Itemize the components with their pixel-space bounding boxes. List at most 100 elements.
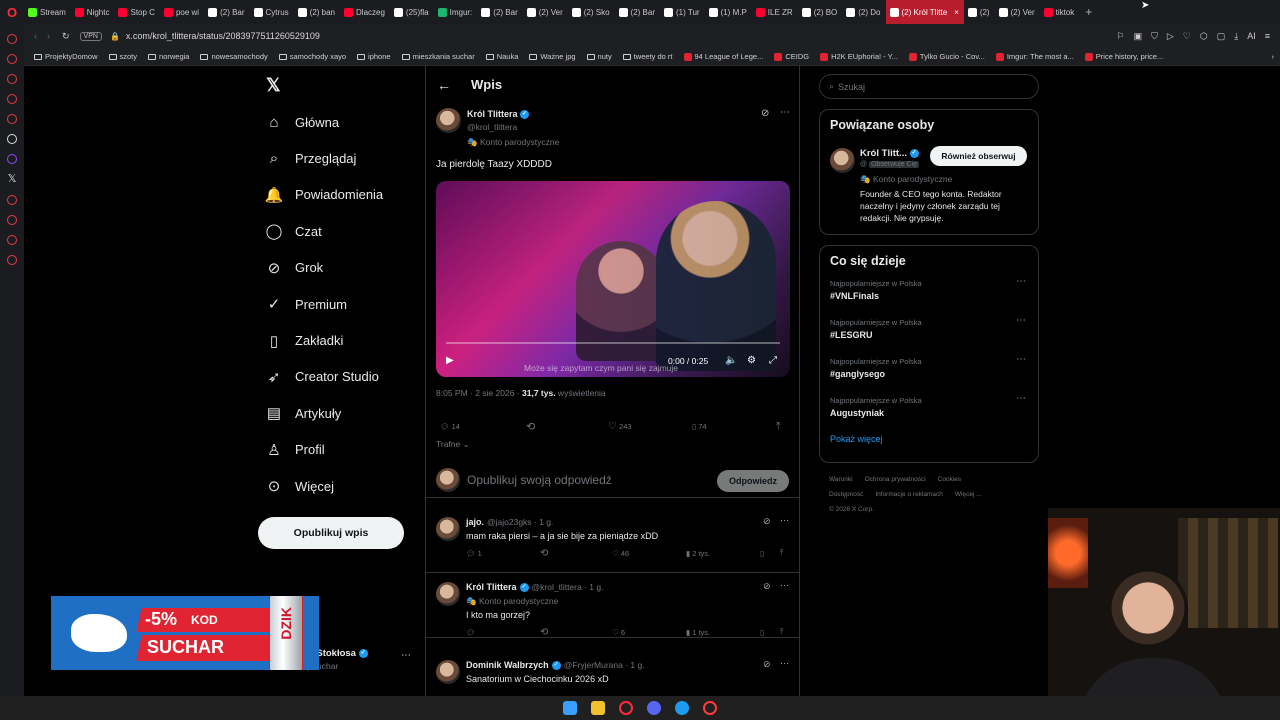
reply-author-handle[interactable]: @krol_tlittera · 1 g. — [532, 582, 604, 592]
like-button[interactable]: ♡ 243 — [608, 421, 632, 432]
twitch-icon[interactable] — [7, 154, 17, 164]
extensions-icon[interactable]: ⬡ — [1200, 31, 1208, 42]
avatar[interactable] — [436, 582, 460, 606]
menu-icon[interactable]: ≡ — [1265, 31, 1270, 41]
download-icon[interactable]: ⤓ — [1234, 31, 1238, 42]
snapshot-icon[interactable]: ▣ — [1134, 31, 1143, 42]
repost-icon[interactable]: ⟲ — [540, 627, 548, 638]
browser-tab[interactable]: (25)fla — [390, 0, 434, 24]
chatgpt-icon[interactable] — [7, 134, 17, 144]
browser-tab[interactable]: (1) M.P — [705, 0, 752, 24]
browser-tab[interactable]: (2) Ver — [995, 0, 1040, 24]
bookmark-item[interactable]: Nauka — [485, 52, 518, 61]
grok-icon[interactable]: ⊘ — [761, 108, 769, 119]
reply-author-name[interactable]: Król Tlittera — [466, 582, 517, 592]
bookmark-item[interactable]: ProjektyDomow — [34, 52, 98, 61]
bookmark-item[interactable]: Imgur: The most a... — [995, 52, 1074, 61]
opera-logo-icon[interactable]: O — [0, 0, 24, 24]
browser-tab[interactable]: tiktok — [1040, 0, 1080, 24]
discord-icon[interactable] — [647, 701, 661, 715]
video-progress-track[interactable] — [446, 342, 780, 344]
browser-tab[interactable]: Stop C — [114, 0, 159, 24]
sidebar-shortcut-icon[interactable] — [7, 235, 17, 245]
nav-item[interactable]: ⌂ Główna — [258, 104, 428, 140]
bookmark-icon[interactable]: ▯ — [760, 549, 764, 558]
bookmark-item[interactable]: Ważne jpg — [529, 52, 576, 61]
vpn-badge[interactable]: VPN — [79, 31, 102, 41]
views-button[interactable]: ▮ 2 tys. — [686, 549, 710, 558]
sidebar-shortcut-icon[interactable] — [7, 94, 17, 104]
app-icon[interactable] — [675, 701, 689, 715]
fullscreen-icon[interactable]: ⤢ — [769, 355, 777, 366]
bookmark-item[interactable]: tweety do rt — [622, 52, 673, 61]
nav-item[interactable]: ➶ Creator Studio — [258, 359, 428, 395]
footer-link[interactable]: Ochrona prywatności — [865, 476, 926, 483]
forward-icon[interactable]: › — [47, 31, 50, 41]
wallet-icon[interactable]: ▢ — [1217, 31, 1226, 42]
browser-tab[interactable]: (2) Do — [842, 0, 885, 24]
nav-item[interactable]: ▤ Artykuły — [258, 395, 428, 431]
nav-item[interactable]: ▯ Zakładki — [258, 322, 428, 358]
grok-icon[interactable]: ⊘ — [763, 516, 771, 527]
reply-button[interactable]: 💬︎ 1 — [466, 549, 482, 558]
windows-start-icon[interactable] — [563, 701, 577, 715]
x-home-logo-icon[interactable]: 𝕏 — [266, 75, 281, 96]
more-dots-icon[interactable]: ⋯ — [1016, 354, 1026, 365]
more-bookmarks-icon[interactable]: › — [1272, 52, 1275, 61]
author-handle[interactable]: @krol_tlittera — [467, 122, 517, 132]
sidebar-shortcut-icon[interactable] — [7, 195, 17, 205]
repost-icon[interactable]: ⟲ — [540, 548, 548, 559]
browser-tab[interactable]: (2) Sko — [568, 0, 615, 24]
bookmark-item[interactable]: iphone — [357, 52, 391, 61]
trend-item[interactable]: Najpopularniejsze w Polska #VNLFinals ⋯ — [830, 276, 1028, 318]
play-icon[interactable]: ▶ — [446, 355, 454, 366]
more-dots-icon[interactable]: ⋯ — [780, 580, 789, 591]
browser-tab[interactable]: (2) BO — [798, 0, 843, 24]
footer-link[interactable]: Warunki — [829, 476, 853, 483]
share-icon[interactable]: ⤒ — [776, 421, 780, 432]
avatar[interactable] — [830, 148, 855, 173]
reload-icon[interactable]: ↻ — [62, 31, 70, 42]
post-timestamp[interactable]: 8:05 PM · 2 sie 2026 · — [436, 388, 522, 398]
footer-link[interactable]: Dostępność — [829, 491, 863, 498]
search-box[interactable]: ⌕ Szukaj — [819, 74, 1039, 99]
more-dots-icon[interactable]: ⋯ — [1016, 315, 1026, 326]
browser-tab[interactable]: (2) Bar — [615, 0, 660, 24]
trend-item[interactable]: Najpopularniejsze w Polska #ganglysego ⋯ — [830, 354, 1028, 396]
avatar[interactable] — [436, 660, 460, 684]
more-dots-icon[interactable]: ⋯ — [780, 515, 789, 526]
post-button[interactable]: Opublikuj wpis — [258, 517, 404, 549]
reply-author-name[interactable]: Dominik Walbrzych — [466, 660, 549, 670]
reply-submit-button[interactable]: Odpowiedz — [717, 470, 789, 492]
share-icon[interactable]: ⤒ — [780, 627, 783, 637]
close-tab-icon[interactable]: × — [954, 8, 959, 17]
nav-item[interactable]: ⊙ Więcej — [258, 468, 428, 504]
bookmark-icon[interactable]: ▯ — [760, 628, 764, 637]
opera-browser-icon[interactable] — [619, 701, 633, 715]
sidebar-shortcut-icon[interactable] — [7, 114, 17, 124]
app-icon[interactable] — [703, 701, 717, 715]
browser-tab[interactable]: (2) Ver — [523, 0, 568, 24]
nav-item[interactable]: ♙ Profil — [258, 432, 428, 468]
avatar[interactable] — [436, 517, 460, 541]
browser-tab[interactable]: poe wi — [160, 0, 204, 24]
browser-tab[interactable]: (2) ban — [294, 0, 340, 24]
more-dots-icon[interactable]: ⋯ — [401, 650, 411, 661]
bookmark-item[interactable]: norwegia — [148, 52, 189, 61]
more-dots-icon[interactable]: ⋯ — [780, 107, 790, 118]
trend-item[interactable]: Najpopularniejsze w Polska Augustyniak ⋯ — [830, 393, 1028, 435]
reply-tweet[interactable]: Król Tlittera ✓ @krol_tlittera · 1 g. 🎭 Kon… — [426, 574, 799, 638]
sidebar-shortcut-icon[interactable] — [7, 54, 17, 64]
aria-ai-button[interactable]: AI — [1247, 31, 1256, 41]
file-explorer-icon[interactable] — [591, 701, 605, 715]
nav-item[interactable]: 🔔 Powiadomienia — [258, 177, 428, 213]
bookmark-item[interactable]: 94 League of Lege... — [683, 52, 763, 61]
views-button[interactable]: ▮ 1 tys. — [686, 628, 710, 637]
search-input[interactable]: Szukaj — [838, 82, 865, 92]
bookmark-page-icon[interactable]: ⚐ — [1117, 31, 1125, 42]
footer-link[interactable]: Informacje o reklamach — [875, 491, 943, 498]
browser-tab[interactable]: (2) — [964, 0, 995, 24]
trend-item[interactable]: Najpopularniejsze w Polska #LESGRU ⋯ — [830, 315, 1028, 357]
nav-item[interactable]: ◯ Czat — [258, 213, 428, 249]
avatar[interactable] — [436, 108, 461, 133]
